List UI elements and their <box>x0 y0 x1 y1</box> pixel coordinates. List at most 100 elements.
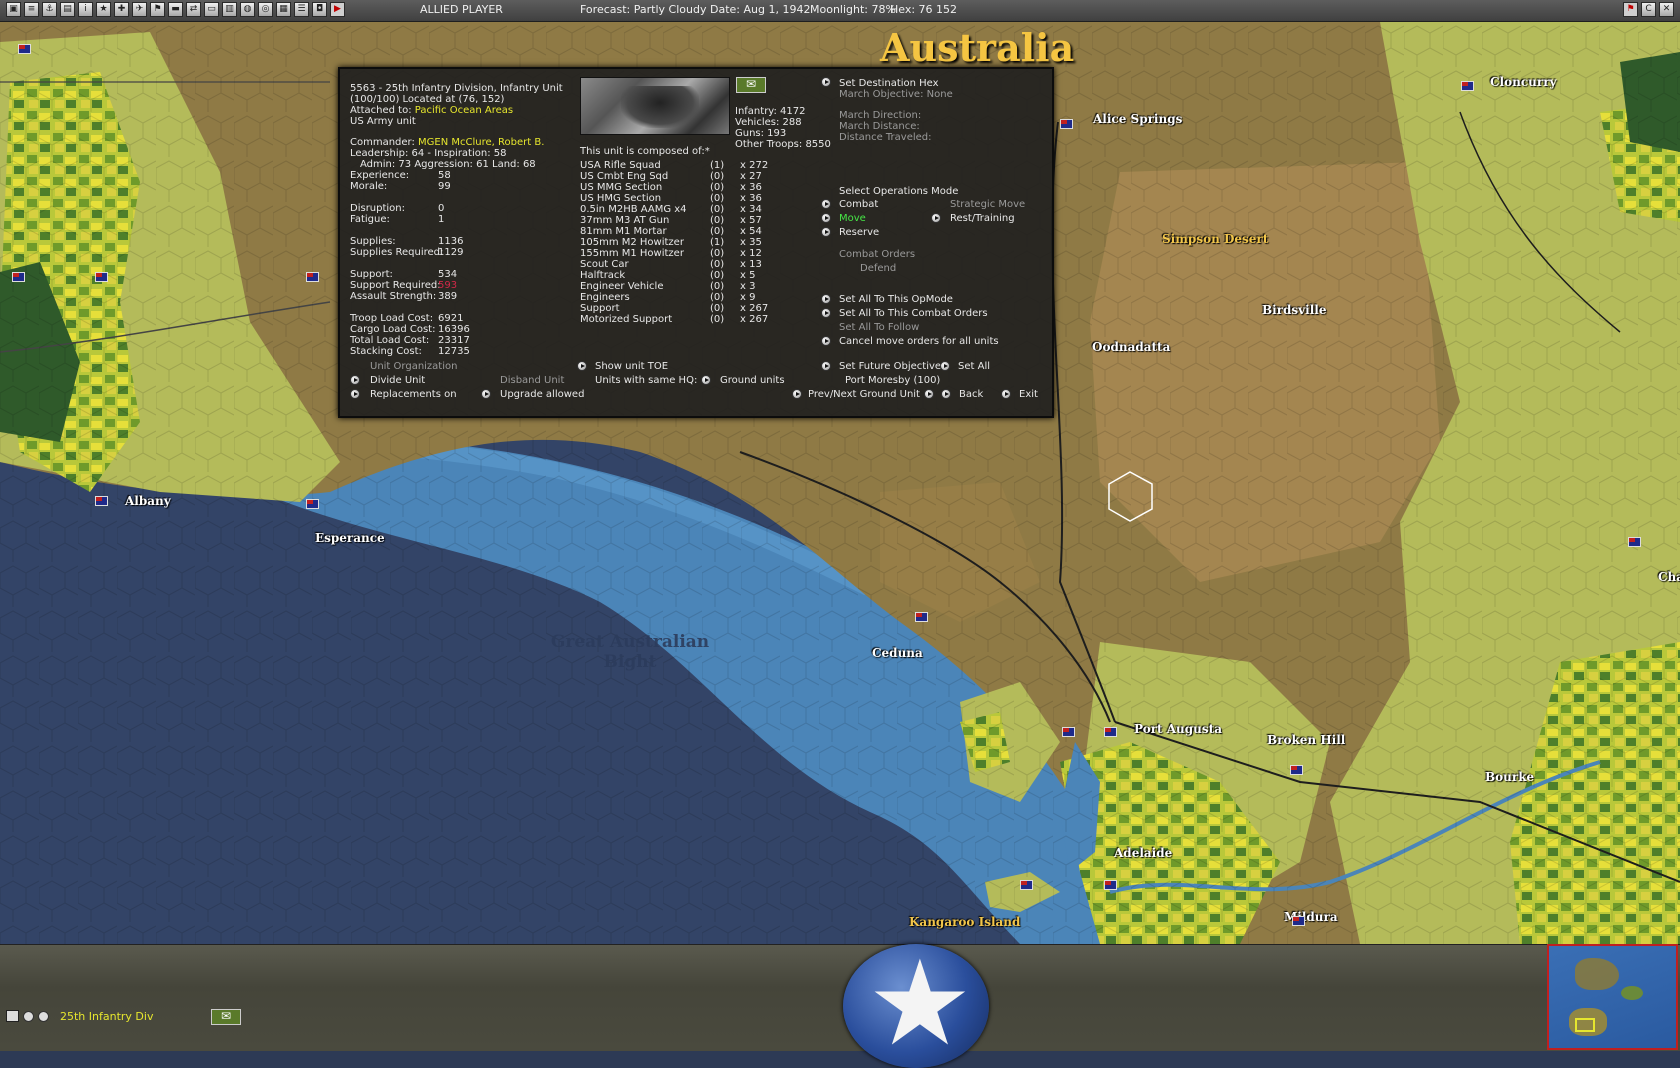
reserve-mode-label[interactable]: Reserve <box>839 227 879 238</box>
combat-mode-button[interactable] <box>821 199 831 209</box>
base-flag-icon[interactable] <box>306 499 319 509</box>
divide-unit-button[interactable] <box>350 375 360 385</box>
flag-icon[interactable]: ⚑ <box>150 2 165 17</box>
stat-value: 23317 <box>438 335 470 346</box>
place-label: Bourke <box>1485 770 1535 784</box>
prev-unit-button[interactable] <box>792 389 802 399</box>
train-icon[interactable]: ▭ <box>204 2 219 17</box>
ship-icon[interactable]: ⚓ <box>42 2 57 17</box>
set-all-opmode-button[interactable] <box>821 294 831 304</box>
window-controls: ⚑ C ✕ <box>1623 2 1674 17</box>
unit-list-icon[interactable] <box>6 1010 19 1022</box>
close-icon[interactable]: ✕ <box>1659 2 1674 17</box>
c-icon[interactable]: C <box>1641 2 1656 17</box>
base-flag-icon[interactable] <box>1020 880 1033 890</box>
set-all-combat-button[interactable] <box>821 308 831 318</box>
order-of-battle-icon[interactable]: ▦ <box>276 2 291 17</box>
base-flag-icon[interactable] <box>95 496 108 506</box>
divide-unit-label[interactable]: Divide Unit <box>370 375 425 386</box>
cancel-move-label[interactable]: Cancel move orders for all units <box>839 336 999 347</box>
next-arrow-icon[interactable] <box>38 1010 49 1022</box>
rest-training-button[interactable] <box>931 213 941 223</box>
show-toe-label[interactable]: Show unit TOE <box>595 361 668 372</box>
move-mode-button[interactable] <box>821 213 831 223</box>
minimap-viewport[interactable] <box>1575 1018 1595 1032</box>
future-objective-button[interactable] <box>821 361 831 371</box>
replacements-toggle[interactable] <box>350 389 360 399</box>
replacements-label[interactable]: Replacements on <box>370 389 457 400</box>
flag-icon[interactable]: ⚑ <box>1623 2 1638 17</box>
stat-value: 6921 <box>438 313 464 324</box>
list-icon[interactable]: ☰ <box>294 2 309 17</box>
upgrade-toggle[interactable] <box>481 389 491 399</box>
future-objective-label[interactable]: Set Future Objective <box>839 361 941 372</box>
weather-forecast: Forecast: Partly Cloudy <box>580 3 707 16</box>
save-icon[interactable]: ◘ <box>312 2 327 17</box>
set-all-objective-button[interactable] <box>940 361 950 371</box>
print-icon[interactable]: ▤ <box>60 2 75 17</box>
allied-star-emblem: ★ <box>843 944 989 1068</box>
base-flag-icon[interactable] <box>915 612 928 622</box>
move-mode-label[interactable]: Move <box>839 213 866 224</box>
route-icon[interactable]: ⇄ <box>186 2 201 17</box>
rest-training-label[interactable]: Rest/Training <box>950 213 1015 224</box>
message-icon[interactable]: ✉ <box>211 1009 241 1025</box>
base-flag-icon[interactable] <box>1461 81 1474 91</box>
combat-mode-label[interactable]: Combat <box>839 199 878 210</box>
composition-count: x 36 <box>740 193 762 204</box>
exit-label[interactable]: Exit <box>1019 389 1038 400</box>
base-flag-icon[interactable] <box>1062 727 1075 737</box>
info-icon[interactable]: i <box>78 2 93 17</box>
cancel-move-button[interactable] <box>821 336 831 346</box>
supply-icon[interactable]: ◎ <box>258 2 273 17</box>
set-all-opmode-label[interactable]: Set All To This OpMode <box>839 294 953 305</box>
message-icon[interactable]: ✉ <box>736 77 766 93</box>
base-flag-icon[interactable] <box>95 272 108 282</box>
mode-icon[interactable]: ✚ <box>114 2 129 17</box>
end-turn-icon[interactable]: ▶ <box>330 2 345 17</box>
march-objective: March Objective: None <box>839 89 953 100</box>
stat-value: 58 <box>438 170 451 181</box>
show-toe-button[interactable] <box>577 361 587 371</box>
player-label: ALLIED PLAYER <box>420 3 503 16</box>
base-flag-icon[interactable] <box>18 44 31 54</box>
set-destination-button[interactable] <box>821 77 831 87</box>
attached-hq-link[interactable]: Pacific Ocean Areas <box>415 105 513 116</box>
set-all-objective-label[interactable]: Set All <box>958 361 990 372</box>
base-flag-icon[interactable] <box>306 272 319 282</box>
ground-units-button[interactable] <box>701 375 711 385</box>
base-flag-icon[interactable] <box>1104 880 1117 890</box>
hq-icon[interactable]: ▥ <box>222 2 237 17</box>
prev-arrow-icon[interactable] <box>23 1010 34 1022</box>
back-button[interactable] <box>941 389 951 399</box>
selected-unit-name[interactable]: 25th Infantry Div <box>60 1010 153 1023</box>
base-flag-icon[interactable] <box>1060 119 1073 129</box>
unit-title: 5563 - 25th Infantry Division, Infantry … <box>350 83 563 94</box>
commander-link[interactable]: MGEN McClure, Robert B. <box>418 137 544 148</box>
star-icon[interactable]: ★ <box>96 2 111 17</box>
composition-count: x 27 <box>740 171 762 182</box>
map-icon[interactable]: ▣ <box>6 2 21 17</box>
plane-icon[interactable]: ✈ <box>132 2 147 17</box>
back-label[interactable]: Back <box>959 389 983 400</box>
composition-name: Motorized Support <box>580 314 673 325</box>
upgrade-label[interactable]: Upgrade allowed <box>500 389 584 400</box>
exit-button[interactable] <box>1001 389 1011 399</box>
reserve-mode-button[interactable] <box>821 227 831 237</box>
commander: Commander: MGEN McClure, Robert B. <box>350 137 544 148</box>
base-flag-icon[interactable] <box>1628 537 1641 547</box>
base-flag-icon[interactable] <box>12 272 25 282</box>
truck-icon[interactable]: ▬ <box>168 2 183 17</box>
base-flag-icon[interactable] <box>1104 727 1117 737</box>
minimap[interactable] <box>1547 944 1678 1050</box>
set-destination-label[interactable]: Set Destination Hex <box>839 78 939 89</box>
composition-count: x 9 <box>740 292 756 303</box>
set-all-combat-label[interactable]: Set All To This Combat Orders <box>839 308 988 319</box>
globe-icon[interactable]: ◍ <box>240 2 255 17</box>
composition-count: x 34 <box>740 204 762 215</box>
ground-units-label[interactable]: Ground units <box>720 375 785 386</box>
next-unit-button[interactable] <box>924 389 934 399</box>
report-icon[interactable]: ≡ <box>24 2 39 17</box>
base-flag-icon[interactable] <box>1290 765 1303 775</box>
base-flag-icon[interactable] <box>1292 916 1305 926</box>
